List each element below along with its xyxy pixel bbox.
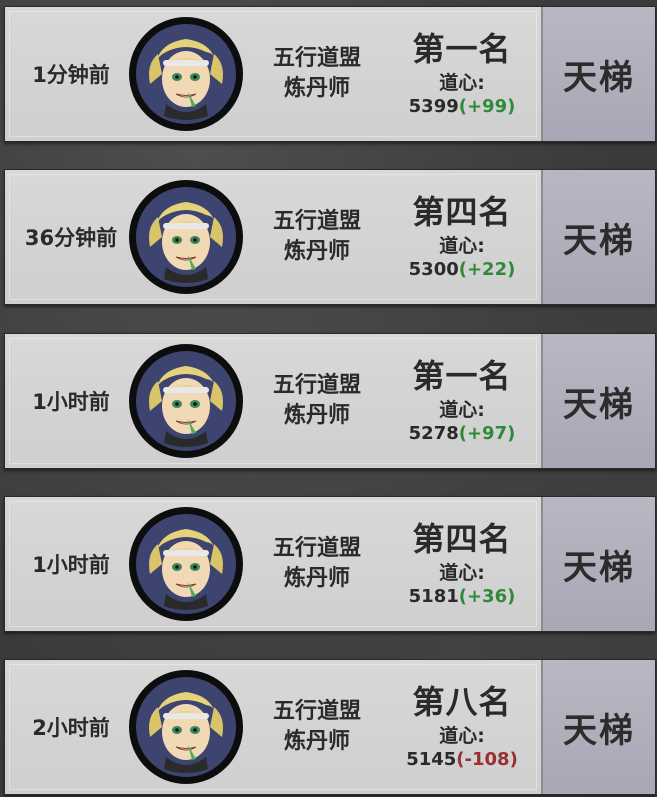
avatar-portrait-icon <box>129 670 243 784</box>
mode-tag: 天梯 <box>543 660 655 794</box>
score-delta: (+97) <box>458 423 516 444</box>
player-identity: 五行道盟 炼丹师 <box>253 497 381 631</box>
stat-label: 道心: <box>439 72 485 94</box>
mode-tag: 天梯 <box>543 497 655 631</box>
portrait-icon <box>136 24 236 124</box>
record-time: 2小时前 <box>32 716 110 740</box>
mode-label: 天梯 <box>563 384 635 425</box>
score-line: 5181(+36) <box>409 585 516 609</box>
avatar-portrait-icon <box>129 17 243 131</box>
score-line: 5145(-108) <box>406 748 518 772</box>
match-history-list: 1分钟前 五行道盟 炼丹师 第一名 道心: 5399(+99) 天梯 36分钟前… <box>0 0 657 797</box>
match-stats: 第一名 道心: 5399(+99) <box>391 7 533 141</box>
mode-label: 天梯 <box>563 547 635 588</box>
match-stats: 第一名 道心: 5278(+97) <box>391 334 533 468</box>
role-name: 炼丹师 <box>283 729 350 754</box>
sect-name: 五行道盟 <box>272 536 361 561</box>
role-name: 炼丹师 <box>283 566 350 591</box>
sect-name: 五行道盟 <box>272 373 361 398</box>
placement-rank: 第一名 <box>412 357 512 395</box>
mode-label: 天梯 <box>563 710 635 751</box>
placement-rank: 第四名 <box>412 193 512 231</box>
score-delta: (+99) <box>458 96 516 117</box>
match-stats: 第四名 道心: 5300(+22) <box>391 170 533 304</box>
score-delta: (-108) <box>456 749 518 770</box>
player-identity: 五行道盟 炼丹师 <box>253 7 381 141</box>
stat-label: 道心: <box>439 562 485 584</box>
mode-tag: 天梯 <box>543 334 655 468</box>
score-value: 5300 <box>408 259 459 280</box>
stat-label: 道心: <box>439 725 485 747</box>
portrait-icon <box>136 677 236 777</box>
mode-label: 天梯 <box>563 57 635 98</box>
match-stats: 第四名 道心: 5181(+36) <box>391 497 533 631</box>
role-name: 炼丹师 <box>283 403 350 428</box>
record-time: 1小时前 <box>32 390 110 414</box>
player-identity: 五行道盟 炼丹师 <box>253 334 381 468</box>
player-identity: 五行道盟 炼丹师 <box>253 660 381 794</box>
role-name: 炼丹师 <box>283 76 350 101</box>
score-value: 5399 <box>408 96 459 117</box>
score-value: 5145 <box>406 749 457 770</box>
mode-tag: 天梯 <box>543 170 655 304</box>
record-card: 1小时前 五行道盟 <box>5 497 543 631</box>
sect-name: 五行道盟 <box>272 46 361 71</box>
score-line: 5399(+99) <box>409 95 516 119</box>
sect-name: 五行道盟 <box>272 209 361 234</box>
player-identity: 五行道盟 炼丹师 <box>253 170 381 304</box>
avatar-portrait-icon <box>129 507 243 621</box>
avatar-portrait-icon <box>129 344 243 458</box>
score-delta: (+22) <box>458 259 516 280</box>
match-stats: 第八名 道心: 5145(-108) <box>391 660 533 794</box>
mode-label: 天梯 <box>563 220 635 261</box>
portrait-icon <box>136 514 236 614</box>
placement-rank: 第八名 <box>412 683 512 721</box>
match-record[interactable]: 2小时前 五行道盟 炼丹师 第八名 道心: 5145(-108) 天梯 <box>4 659 656 795</box>
avatar-portrait-icon <box>129 180 243 294</box>
match-record[interactable]: 1小时前 五行道盟 <box>4 333 656 469</box>
record-time: 1小时前 <box>32 553 110 577</box>
match-record[interactable]: 1分钟前 五行道盟 炼丹师 第一名 道心: 5399(+99) 天梯 <box>4 6 656 142</box>
portrait-icon <box>136 187 236 287</box>
record-time: 36分钟前 <box>24 226 118 250</box>
match-record[interactable]: 36分钟前 五行道盟 炼丹师 第四名 道心: 5300(+22) 天梯 <box>4 169 656 305</box>
record-time: 1分钟前 <box>32 63 110 87</box>
placement-rank: 第四名 <box>412 520 512 558</box>
score-line: 5278(+97) <box>409 422 516 446</box>
score-delta: (+36) <box>458 586 516 607</box>
mode-tag: 天梯 <box>543 7 655 141</box>
record-card: 1小时前 五行道盟 <box>5 334 543 468</box>
stat-label: 道心: <box>439 399 485 421</box>
score-value: 5181 <box>408 586 459 607</box>
record-card: 36分钟前 五行道盟 炼丹师 第四名 道心: 5300(+22) <box>5 170 543 304</box>
match-record[interactable]: 1小时前 五行道盟 <box>4 496 656 632</box>
placement-rank: 第一名 <box>412 30 512 68</box>
record-card: 1分钟前 五行道盟 炼丹师 第一名 道心: 5399(+99) <box>5 7 543 141</box>
record-card: 2小时前 五行道盟 炼丹师 第八名 道心: 5145(-108) <box>5 660 543 794</box>
role-name: 炼丹师 <box>283 239 350 264</box>
portrait-icon <box>136 351 236 451</box>
sect-name: 五行道盟 <box>272 699 361 724</box>
score-line: 5300(+22) <box>409 258 516 282</box>
stat-label: 道心: <box>439 235 485 257</box>
score-value: 5278 <box>408 423 459 444</box>
